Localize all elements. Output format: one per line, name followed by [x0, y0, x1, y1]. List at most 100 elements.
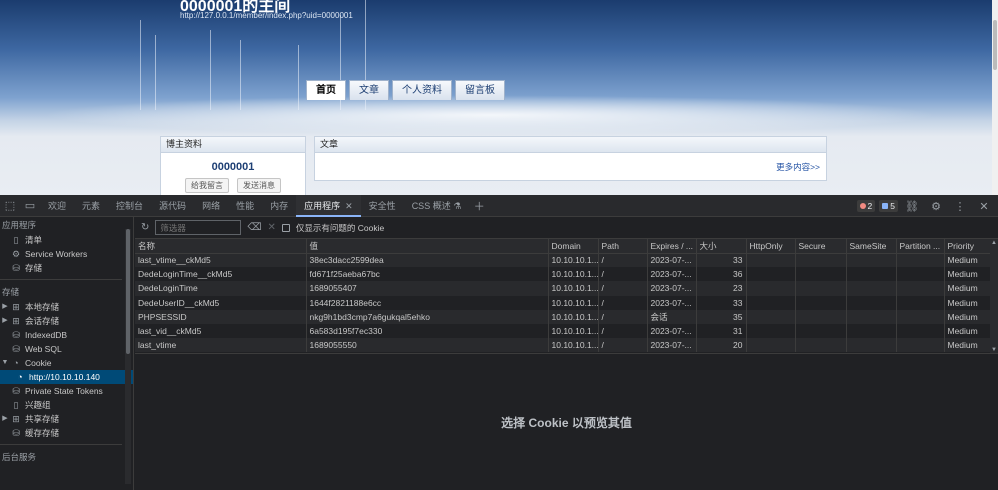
- cookie-path: /: [598, 267, 648, 282]
- database-icon: ⛁: [12, 428, 20, 438]
- sidebar-item-web-sql[interactable]: ⛁ Web SQL: [0, 342, 133, 356]
- cookie-size: 33: [696, 253, 747, 268]
- cookie-partition: [896, 323, 945, 339]
- sidebar-item-indexeddb[interactable]: ⛁ IndexedDB: [0, 328, 133, 342]
- device-toolbar-icon[interactable]: ▭: [20, 195, 40, 217]
- collapse-arrow-icon[interactable]: ▼: [0, 356, 10, 370]
- sidebar-divider: [0, 279, 122, 280]
- sidebar-item-cookie-origin[interactable]: ◔ http://10.10.10.140: [0, 370, 133, 384]
- connect-icon[interactable]: ⛓: [902, 195, 922, 217]
- table-row[interactable]: DedeUserID__ckMd5 1644f2821188e6cc 10.10.1…: [135, 295, 998, 310]
- sidebar-item-storage[interactable]: ⛁ 存储: [0, 261, 133, 275]
- add-tab-icon[interactable]: ＋: [469, 195, 489, 217]
- cookie-filter-input[interactable]: [155, 220, 242, 235]
- cookie-domain: 10.10.10.1...: [548, 323, 599, 339]
- sidebar-item-private-state-tokens[interactable]: ⛁ Private State Tokens: [0, 384, 133, 398]
- cookies-toolbar: ↻ ⌫ ✕ 仅显示有问题的 Cookie: [135, 217, 998, 239]
- column-header-partition[interactable]: Partition ...: [896, 239, 945, 254]
- table-row[interactable]: last_vid__ckMd5 6a583d195f7ec330 10.10.10.…: [135, 323, 998, 339]
- tab-welcome[interactable]: 欢迎: [40, 195, 74, 217]
- cookie-value: 1689055550: [306, 338, 549, 353]
- error-badge[interactable]: 2: [856, 200, 876, 212]
- table-row[interactable]: DedeLoginTime__ckMd5 fd671f25aeba67bc 10.1…: [135, 267, 998, 282]
- sidebar-item-cookie[interactable]: ▼ ◔ Cookie: [0, 356, 133, 370]
- cookie-httponly: [746, 253, 796, 268]
- webpage-viewport: 0000001的主间 http://127.0.0.1/member/index…: [0, 0, 998, 195]
- error-icon: [859, 203, 866, 209]
- column-header-expires[interactable]: Expires / ...: [647, 239, 697, 254]
- close-tab-icon[interactable]: ✕: [345, 201, 353, 211]
- table-row[interactable]: DedeLoginTime 1689055407 10.10.10.1.../202…: [135, 281, 998, 296]
- tab-network[interactable]: 网络: [194, 195, 228, 217]
- cookie-table-header: 名称 值 Domain Path Expires / ... 大小 HttpOn…: [135, 239, 998, 254]
- table-row[interactable]: last_vtime 1689055550 10.10.10.1.../2023-0…: [135, 338, 998, 353]
- page-scrollbar[interactable]: [992, 0, 998, 195]
- scroll-down-icon[interactable]: ▼: [991, 347, 997, 353]
- sidebar-item-session-storage[interactable]: ▶ ⊞ 会话存储: [0, 314, 133, 328]
- column-header-secure[interactable]: Secure: [795, 239, 847, 254]
- close-devtools-icon[interactable]: ✕: [974, 195, 994, 217]
- sidebar-item-label: Cookie: [25, 358, 52, 368]
- sidebar-item-label: 共享存储: [25, 414, 60, 424]
- cookie-size: 31: [696, 323, 747, 339]
- table-row[interactable]: last_vtime__ckMd5 38ec3dacc2599dea 10.10.1…: [135, 253, 998, 268]
- column-header-path[interactable]: Path: [598, 239, 648, 254]
- delete-icon[interactable]: ✕: [268, 222, 276, 233]
- cookie-secure: [795, 295, 847, 310]
- tab-sources[interactable]: 源代码: [151, 195, 194, 217]
- cookie-domain: 10.10.10.1...: [548, 295, 599, 310]
- tab-elements[interactable]: 元素: [74, 195, 108, 217]
- settings-gear-icon[interactable]: ⚙: [926, 195, 946, 217]
- sidebar-scrollbar[interactable]: [125, 229, 131, 484]
- scroll-up-icon[interactable]: ▲: [991, 240, 997, 246]
- tab-performance[interactable]: 性能: [228, 195, 262, 217]
- sidebar-item-local-storage[interactable]: ▶ ⊞ 本地存储: [0, 300, 133, 314]
- column-header-httponly[interactable]: HttpOnly: [746, 239, 796, 254]
- expand-arrow-icon[interactable]: ▶: [0, 300, 10, 314]
- send-message-button[interactable]: 发送消息: [237, 178, 281, 193]
- table-row[interactable]: PHPSESSID nkg9h1bd3cmp7a6gukqal5ehko 10.10…: [135, 309, 998, 324]
- column-header-domain[interactable]: Domain: [548, 239, 599, 254]
- info-badge[interactable]: 5: [879, 200, 898, 212]
- nav-tab-home[interactable]: 首页: [306, 80, 346, 100]
- sidebar-item-manifest[interactable]: ▯ 清单: [0, 233, 133, 247]
- tab-memory[interactable]: 内存: [262, 195, 296, 217]
- column-header-samesite[interactable]: SameSite: [846, 239, 897, 254]
- table-scrollbar[interactable]: ▲ ▼: [990, 239, 998, 353]
- cookie-domain: 10.10.10.1...: [548, 267, 599, 282]
- cookie-domain: 10.10.10.1...: [548, 338, 599, 353]
- cookie-httponly: [746, 309, 796, 324]
- sidebar-item-interest-groups[interactable]: ▯ 兴趣组: [0, 398, 133, 412]
- tab-css-overview[interactable]: CSS 概述 ⚗: [404, 195, 470, 217]
- sidebar-item-service-workers[interactable]: ⚙ Service Workers: [0, 247, 133, 261]
- leave-message-button[interactable]: 给我留言: [185, 178, 229, 193]
- problem-cookies-label: 仅显示有问题的 Cookie: [295, 222, 385, 233]
- problem-cookies-checkbox[interactable]: [281, 223, 290, 232]
- cookie-secure: [795, 267, 847, 282]
- cookie-httponly: [746, 323, 796, 339]
- sidebar-item-label: 本地存储: [25, 302, 60, 312]
- column-header-size[interactable]: 大小: [696, 239, 747, 254]
- expand-arrow-icon[interactable]: ▶: [0, 412, 10, 426]
- column-header-value[interactable]: 值: [306, 239, 549, 254]
- tab-application[interactable]: 应用程序 ✕: [296, 194, 361, 217]
- more-articles-link[interactable]: 更多内容>>: [776, 161, 820, 173]
- cookie-samesite: [846, 267, 897, 282]
- expand-arrow-icon[interactable]: ▶: [0, 314, 10, 328]
- more-options-icon[interactable]: ⋮: [950, 195, 970, 217]
- refresh-icon[interactable]: ↻: [141, 222, 149, 233]
- tab-console[interactable]: 控制台: [108, 195, 151, 217]
- nav-tab-profile[interactable]: 个人资料: [392, 80, 452, 100]
- site-url[interactable]: http://127.0.0.1/member/index.php?uid=00…: [180, 11, 353, 20]
- clear-filter-icon[interactable]: ⌫: [247, 222, 261, 233]
- inspect-element-icon[interactable]: ⬚: [0, 195, 20, 217]
- sidebar-item-cache-storage[interactable]: ⛁ 缓存存储: [0, 426, 133, 440]
- header-glow: [40, 95, 940, 135]
- cookie-name: last_vtime__ckMd5: [135, 253, 307, 268]
- tab-security[interactable]: 安全性: [361, 195, 404, 217]
- cookie-name: last_vtime: [135, 338, 307, 353]
- column-header-name[interactable]: 名称: [135, 239, 307, 254]
- nav-tab-articles[interactable]: 文章: [349, 80, 389, 100]
- nav-tab-guestbook[interactable]: 留言板: [455, 80, 505, 100]
- sidebar-item-shared-storage[interactable]: ▶ ⊞ 共享存储: [0, 412, 133, 426]
